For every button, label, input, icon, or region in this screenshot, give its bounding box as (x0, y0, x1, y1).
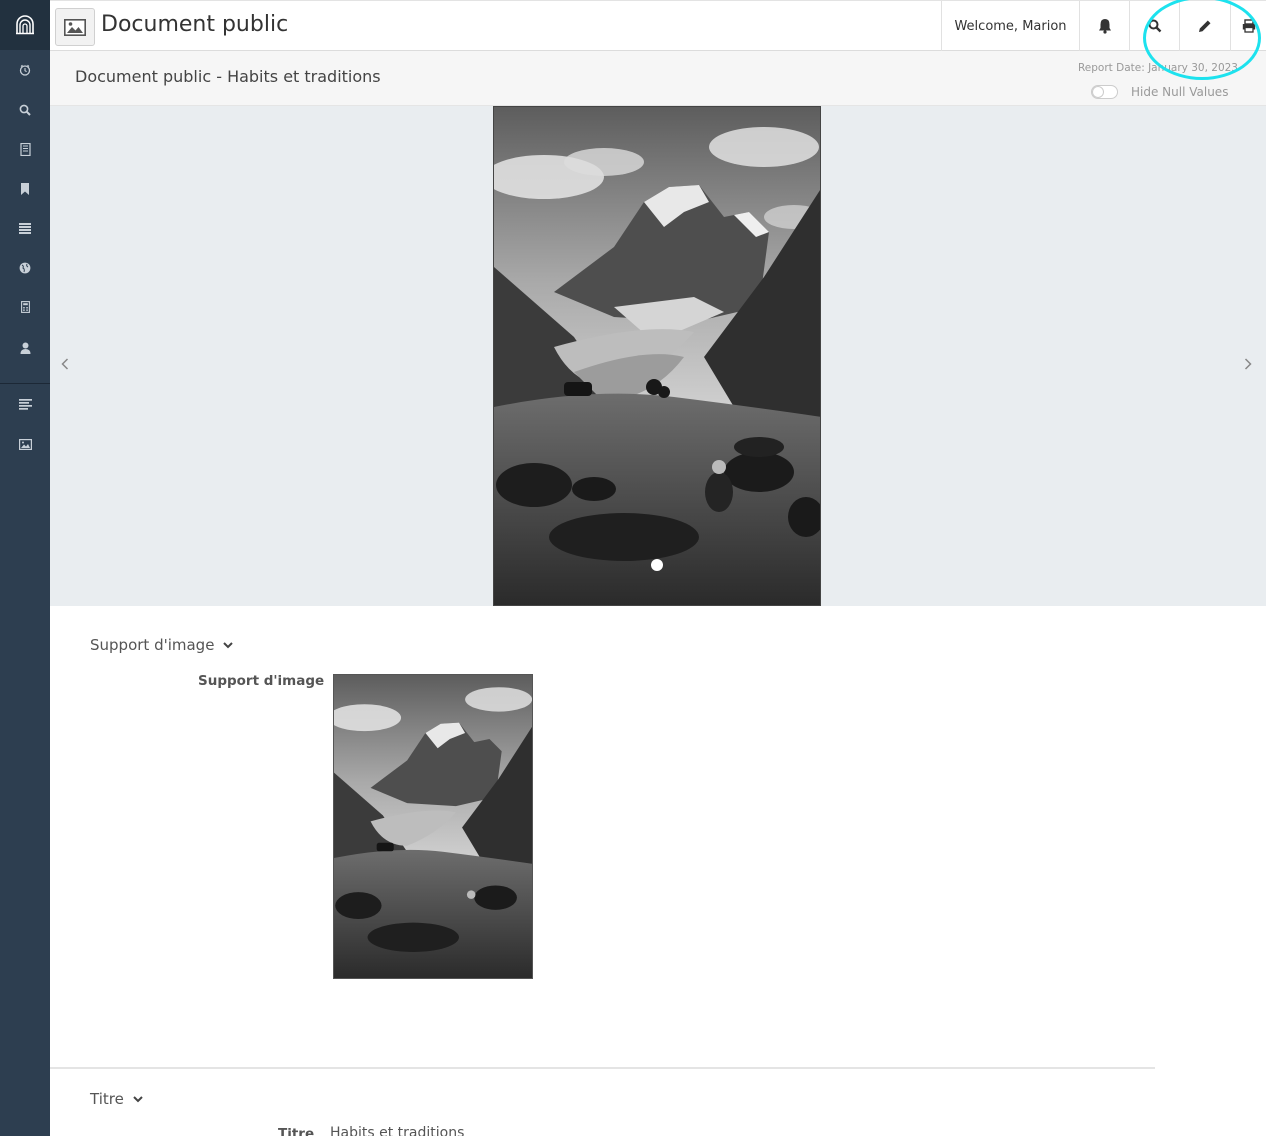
report-date: Report Date: January 30, 2023 (1077, 62, 1238, 74)
search-icon (1148, 19, 1161, 33)
sidebar (0, 0, 50, 1136)
arch-logo-icon (16, 15, 34, 35)
next-image-button[interactable] (1238, 354, 1258, 374)
welcome-user[interactable]: Welcome, Marion (941, 1, 1079, 51)
clock-icon (19, 64, 31, 76)
globe-icon (19, 262, 31, 274)
section-divider (50, 1067, 1155, 1069)
list-icon (19, 222, 31, 234)
carousel-indicator[interactable] (651, 559, 663, 571)
chevron-down-icon (223, 641, 234, 648)
chevron-left-icon (61, 358, 69, 370)
sidebar-item-user[interactable] (0, 331, 50, 365)
field-label-support-image: Support d'image (198, 673, 325, 689)
hide-null-label: Hide Null Values (1131, 85, 1229, 99)
search-button[interactable] (1129, 1, 1179, 51)
book-icon (19, 142, 31, 156)
chevron-right-icon (1244, 358, 1252, 370)
toggle-knob (1093, 87, 1103, 97)
section-header-titre[interactable]: Titre (90, 1090, 143, 1108)
bookmark-icon (21, 183, 29, 195)
section-title: Titre (90, 1090, 124, 1108)
align-left-icon (18, 398, 32, 410)
pencil-icon (1199, 20, 1211, 32)
app-logo[interactable] (0, 0, 50, 50)
mountain-photo (494, 107, 820, 605)
support-image-thumbnail[interactable] (333, 674, 533, 979)
image-icon (18, 438, 32, 450)
sidebar-item-search[interactable] (0, 93, 50, 127)
edit-button[interactable] (1179, 1, 1230, 51)
section-header-support-image[interactable]: Support d'image (90, 636, 234, 654)
image-viewer (50, 106, 1266, 606)
field-label-titre: Titre (278, 1126, 315, 1136)
image-icon (64, 18, 86, 36)
sidebar-item-book[interactable] (0, 132, 50, 166)
print-button[interactable] (1230, 1, 1266, 51)
sidebar-item-list[interactable] (0, 211, 50, 245)
notifications-button[interactable] (1079, 1, 1129, 51)
mountain-thumbnail (334, 675, 532, 978)
sidebar-item-clock[interactable] (0, 53, 50, 87)
print-icon (1242, 19, 1255, 33)
document-type-icon (55, 8, 95, 46)
sidebar-item-text[interactable] (0, 387, 50, 421)
bell-icon (1098, 19, 1111, 34)
report-subheader: Document public - Habits et traditions R… (50, 51, 1266, 106)
section-title: Support d'image (90, 636, 215, 654)
user-icon (20, 342, 30, 354)
sidebar-divider (0, 383, 50, 384)
report-title: Document public - Habits et traditions (75, 67, 381, 86)
hide-null-toggle[interactable] (1091, 85, 1118, 99)
page-title: Document public (101, 12, 289, 37)
calculator-icon (20, 301, 30, 313)
hide-null-toggle-group: Hide Null Values (1091, 84, 1228, 100)
top-header: Document public Welcome, Marion (50, 0, 1266, 51)
previous-image-button[interactable] (55, 354, 75, 374)
chevron-down-icon (133, 1095, 143, 1102)
field-value-titre: Habits et traditions (330, 1125, 465, 1136)
sidebar-item-bookmark[interactable] (0, 172, 50, 206)
sidebar-item-image[interactable] (0, 427, 50, 461)
search-icon (19, 104, 31, 116)
main-photo[interactable] (493, 106, 821, 606)
sidebar-item-globe[interactable] (0, 251, 50, 285)
sidebar-item-calculator[interactable] (0, 290, 50, 324)
